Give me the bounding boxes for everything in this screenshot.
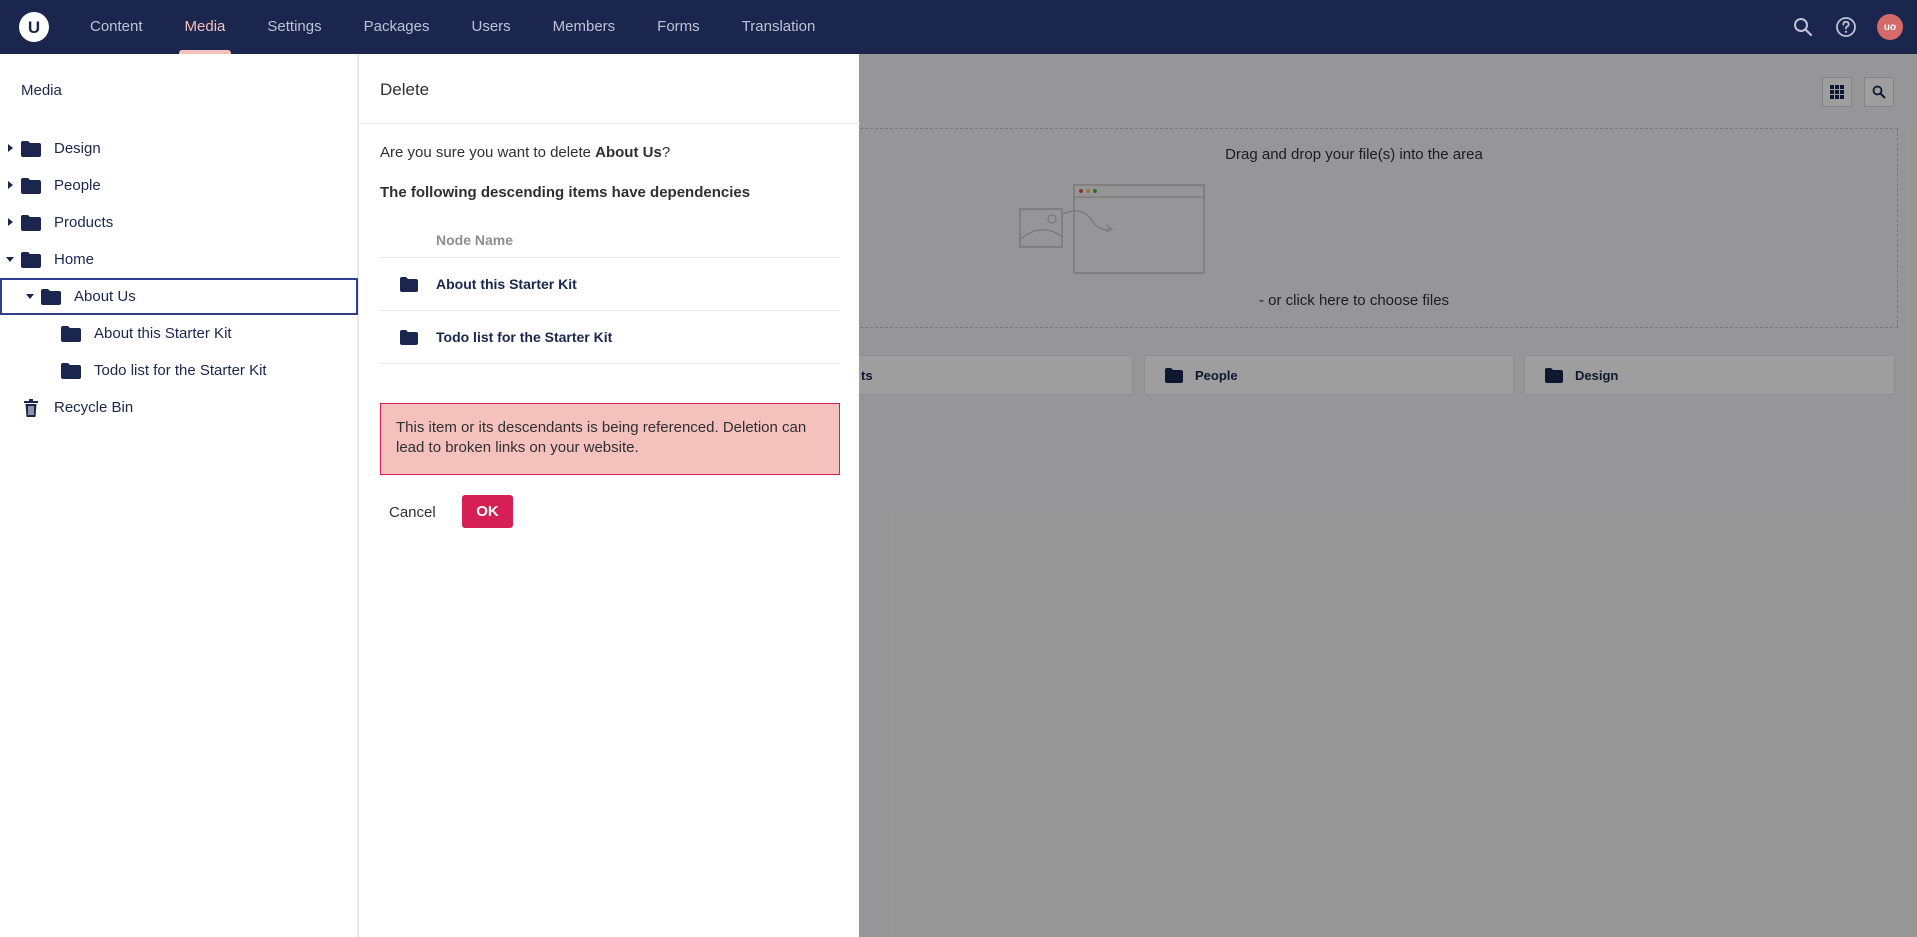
caret-down-icon[interactable] (6, 257, 14, 262)
tree-item-label: About Us (74, 288, 136, 305)
caret-down-icon[interactable] (26, 294, 34, 299)
nav-item-forms[interactable]: Forms (636, 0, 721, 54)
caret-right-icon[interactable] (8, 181, 13, 189)
dialog-title: Delete (380, 80, 430, 99)
cancel-button[interactable]: Cancel (389, 497, 436, 529)
folder-icon (21, 252, 41, 268)
tree-item-label: People (54, 177, 101, 194)
nav-item-users[interactable]: Users (450, 0, 531, 54)
nav-item-media[interactable]: Media (164, 0, 247, 54)
tree-item-todo-list[interactable]: Todo list for the Starter Kit (0, 352, 358, 389)
table-header-node-name: Node Name (380, 222, 840, 258)
tree-item-label: Products (54, 214, 114, 231)
media-tree-sidebar: Media Design People Products Home About … (0, 54, 358, 937)
tree-item-recycle-bin[interactable]: Recycle Bin (0, 389, 358, 426)
table-row[interactable]: Todo list for the Starter Kit (380, 311, 840, 364)
folder-icon (21, 141, 41, 157)
trash-icon (24, 399, 38, 417)
question-prefix: Are you sure you want to delete (380, 144, 596, 161)
top-navigation-bar: U Content Media Settings Packages Users … (0, 0, 1917, 54)
row-node-name[interactable]: About this Starter Kit (436, 258, 577, 311)
dependencies-table: Node Name About this Starter Kit Todo li… (380, 222, 840, 364)
logo-letter: U (27, 17, 41, 37)
item-name: About Us (595, 144, 662, 161)
dialog-header: Delete (359, 54, 860, 124)
tree-item-about-this-starter-kit[interactable]: About this Starter Kit (0, 315, 358, 352)
tree-item-label: Todo list for the Starter Kit (94, 362, 267, 379)
tree-item-products[interactable]: Products (0, 204, 358, 241)
tree-item-label: Design (54, 140, 101, 157)
tree-item-label: Home (54, 251, 95, 268)
media-tree: Design People Products Home About Us Abo… (0, 130, 358, 426)
folder-icon (41, 289, 61, 305)
row-node-name[interactable]: Todo list for the Starter Kit (436, 311, 612, 364)
header-tools: uo (1791, 0, 1903, 54)
tree-item-about-us[interactable]: About Us (0, 278, 358, 315)
nav-item-packages[interactable]: Packages (343, 0, 451, 54)
user-avatar[interactable]: uo (1877, 14, 1903, 40)
tree-item-label: About this Starter Kit (94, 325, 232, 342)
delete-dialog: Delete Are you sure you want to delete A… (358, 54, 860, 937)
folder-icon (400, 277, 418, 292)
search-icon[interactable] (1791, 15, 1815, 39)
caret-right-icon[interactable] (8, 218, 13, 226)
table-row[interactable]: About this Starter Kit (380, 258, 840, 311)
delete-confirmation-text: Are you sure you want to delete About Us… (380, 144, 670, 161)
nav-item-translation[interactable]: Translation (721, 0, 837, 54)
ok-button[interactable]: OK (462, 495, 513, 528)
caret-right-icon[interactable] (8, 144, 13, 152)
help-icon[interactable] (1834, 15, 1858, 39)
reference-warning: This item or its descendants is being re… (380, 403, 840, 475)
umbraco-logo[interactable]: U (19, 12, 49, 42)
question-suffix: ? (661, 144, 671, 161)
tree-item-home[interactable]: Home (0, 241, 358, 278)
sidebar-title[interactable]: Media (21, 82, 62, 99)
folder-icon (61, 326, 81, 342)
tree-item-design[interactable]: Design (0, 130, 358, 167)
folder-icon (21, 215, 41, 231)
folder-icon (400, 330, 418, 345)
nav-item-content[interactable]: Content (69, 0, 164, 54)
nav-item-members[interactable]: Members (532, 0, 637, 54)
folder-icon (61, 363, 81, 379)
dependencies-heading: The following descending items have depe… (380, 184, 751, 201)
folder-icon (21, 178, 41, 194)
tree-item-people[interactable]: People (0, 167, 358, 204)
tree-item-label: Recycle Bin (54, 399, 134, 416)
nav-item-settings[interactable]: Settings (246, 0, 342, 54)
